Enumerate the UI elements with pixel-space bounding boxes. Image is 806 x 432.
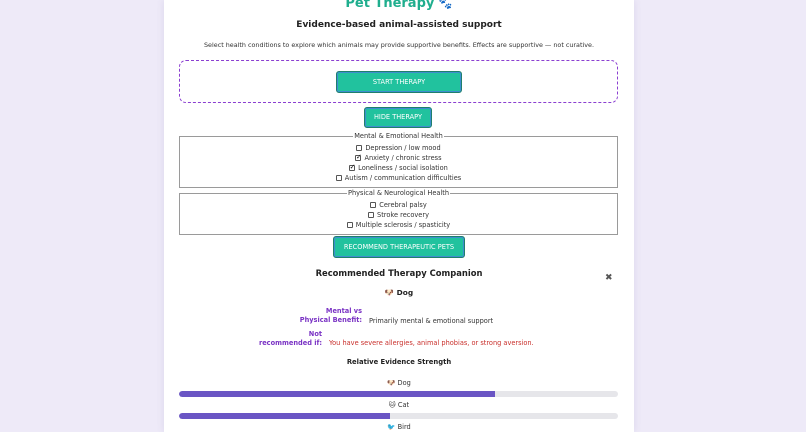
condition-option[interactable]: Cerebral palsy: [180, 201, 617, 209]
not-recommended-label: Not recommended if:: [258, 330, 322, 347]
recommendation-title: Recommended Therapy Companion: [315, 268, 483, 278]
evidence-bar-cat: [179, 413, 618, 419]
start-therapy-button[interactable]: START THERAPY: [336, 71, 462, 93]
paw-icon: 🐾: [438, 0, 453, 10]
condition-option[interactable]: Anxiety / chronic stress: [180, 153, 617, 162]
page-title-text: Pet Therapy: [345, 0, 435, 11]
dog-icon: 🐶: [384, 288, 395, 297]
hide-therapy-button[interactable]: HIDE THERAPY: [364, 107, 432, 128]
checkbox[interactable]: [355, 153, 362, 161]
page-subtitle: Evidence-based animal-assisted support: [296, 20, 502, 30]
bird-icon: 🐦: [387, 423, 396, 431]
checkbox-label: Multiple sclerosis / spasticity: [355, 221, 451, 229]
checkbox-label: Autism / communication difficulties: [344, 174, 462, 182]
benefit-value: Primarily mental & emotional support: [369, 317, 494, 325]
evidence-label-cat: 🐱 Cat: [388, 401, 410, 409]
intro-text: Select health conditions to explore whic…: [204, 41, 594, 49]
checkbox-label: Cerebral palsy: [379, 201, 427, 209]
condition-option[interactable]: Stroke recovery: [180, 211, 617, 219]
condition-option[interactable]: Multiple sclerosis / spasticity: [180, 221, 617, 229]
fieldset-legend: Mental & Emotional Health: [353, 132, 444, 140]
condition-option[interactable]: Depression / low mood: [180, 144, 617, 152]
checkbox[interactable]: [335, 175, 342, 181]
page-title: Pet Therapy 🐾: [164, 0, 634, 11]
checkbox-label: Depression / low mood: [365, 144, 441, 152]
checkbox-label: Anxiety / chronic stress: [364, 154, 442, 162]
close-icon[interactable]: ✖: [605, 273, 613, 283]
condition-option[interactable]: Autism / communication difficulties: [180, 174, 617, 182]
evidence-label-bird: 🐦 Bird: [387, 423, 411, 431]
evidence-fill: [179, 391, 496, 397]
checkbox[interactable]: [370, 202, 377, 208]
physical-health-fieldset: Physical & Neurological Health Cerebral …: [179, 189, 618, 235]
recommend-pets-button[interactable]: RECOMMEND THERAPEUTIC PETS: [333, 236, 465, 258]
checkbox-label: Loneliness / social isolation: [358, 164, 448, 172]
checkbox-label: Stroke recovery: [377, 211, 429, 219]
evidence-bar-dog: [179, 391, 618, 397]
evidence-title: Relative Evidence Strength: [346, 358, 452, 366]
checkbox[interactable]: [349, 163, 356, 171]
evidence-fill: [179, 413, 390, 419]
cat-icon: 🐱: [388, 401, 396, 409]
evidence-label-dog: 🐶 Dog: [387, 379, 411, 387]
benefit-label: Mental vs Physical Benefit:: [299, 307, 362, 324]
app-panel: Pet Therapy 🐾 Evidence-based animal-assi…: [164, 0, 634, 432]
mental-health-fieldset: Mental & Emotional Health Depression / l…: [179, 132, 618, 188]
checkbox[interactable]: [356, 145, 363, 151]
not-recommended-value: You have severe allergies, animal phobia…: [329, 339, 534, 347]
fieldset-legend: Physical & Neurological Health: [346, 189, 451, 197]
recommended-pet: 🐶 Dog: [164, 288, 634, 297]
pet-name: Dog: [396, 288, 414, 297]
checkbox[interactable]: [368, 212, 375, 218]
checkbox[interactable]: [346, 222, 353, 228]
condition-option[interactable]: Loneliness / social isolation: [180, 163, 617, 172]
dog-icon: 🐶: [387, 379, 396, 387]
